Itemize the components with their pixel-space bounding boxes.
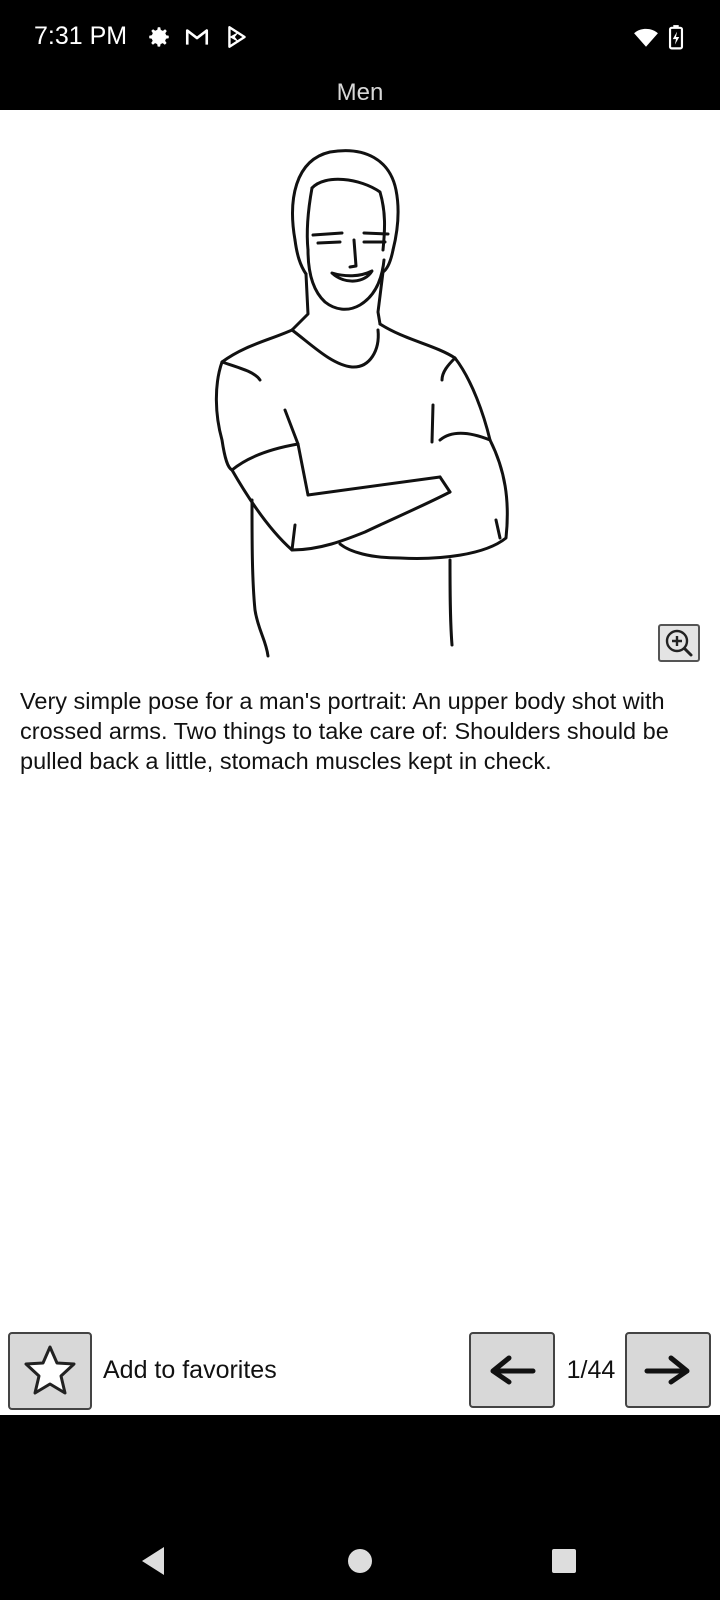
system-nav-bar bbox=[0, 1415, 720, 1600]
status-time: 7:31 PM bbox=[34, 22, 128, 50]
gear-icon bbox=[149, 27, 169, 47]
page-title: Men bbox=[336, 79, 384, 106]
status-bar: 7:31 PM bbox=[0, 0, 720, 76]
next-button[interactable] bbox=[625, 1332, 711, 1408]
page-counter: 1/44 bbox=[566, 1356, 616, 1384]
recents-icon[interactable] bbox=[551, 1548, 577, 1574]
pose-illustration[interactable] bbox=[200, 140, 530, 680]
pose-description: Very simple pose for a man's portrait: A… bbox=[20, 688, 669, 774]
gmail-icon bbox=[185, 29, 209, 45]
back-icon[interactable] bbox=[138, 1545, 168, 1577]
previous-button[interactable] bbox=[469, 1332, 555, 1408]
title-bar: Men bbox=[0, 76, 720, 110]
home-icon[interactable] bbox=[347, 1548, 373, 1574]
zoom-button[interactable] bbox=[658, 624, 700, 662]
arrow-right-icon bbox=[644, 1355, 690, 1385]
add-to-favorites-button[interactable] bbox=[8, 1332, 92, 1410]
play-store-icon bbox=[228, 26, 246, 48]
star-icon bbox=[24, 1345, 76, 1395]
wifi-icon bbox=[634, 28, 658, 47]
battery-charging-icon bbox=[668, 25, 684, 50]
pose-content: Very simple pose for a man's portrait: A… bbox=[0, 110, 720, 1415]
bottom-toolbar: Add to favorites 1/44 bbox=[0, 1320, 720, 1415]
add-to-favorites-label[interactable]: Add to favorites bbox=[103, 1356, 277, 1385]
arrow-left-icon bbox=[490, 1355, 536, 1385]
zoom-in-icon bbox=[665, 629, 693, 657]
